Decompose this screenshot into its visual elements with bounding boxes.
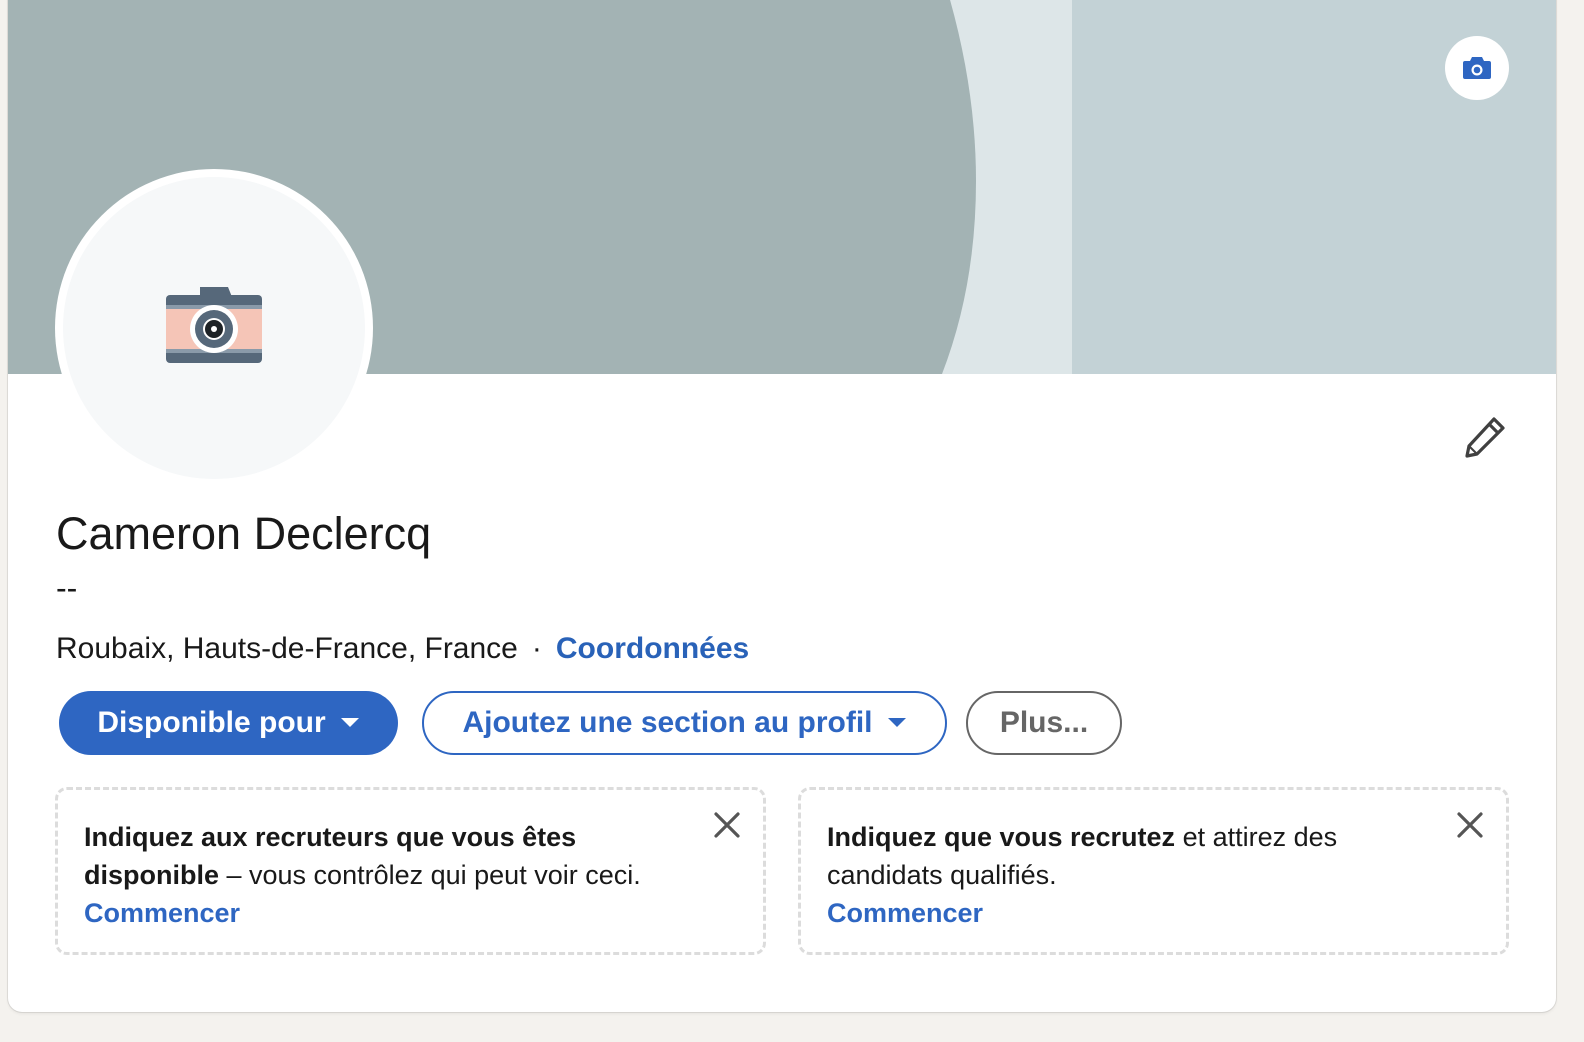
open-to-label: Disponible pour — [97, 706, 326, 739]
add-section-label: Ajoutez une section au profil — [462, 706, 873, 739]
open-to-button[interactable]: Disponible pour — [59, 691, 398, 755]
promo-body-text: – vous contrôlez qui peut voir ceci. — [219, 860, 641, 890]
edit-banner-button[interactable] — [1445, 36, 1509, 100]
profile-photo-placeholder — [63, 177, 365, 479]
camera-icon — [1462, 55, 1492, 81]
promo-text: Indiquez aux recruteurs que vous êtes di… — [84, 818, 737, 894]
close-icon — [714, 811, 740, 841]
hiring-promo: Indiquez que vous recrutez et attirez de… — [798, 787, 1509, 955]
dismiss-promo-button[interactable] — [1452, 808, 1488, 844]
caret-down-icon — [887, 717, 907, 729]
profile-card: Cameron Declercq -- Roubaix, Hauts-de-Fr… — [8, 0, 1556, 1012]
separator-dot: · — [531, 632, 542, 665]
promo-start-link[interactable]: Commencer — [827, 894, 1480, 932]
location-row: Roubaix, Hauts-de-France, France · Coordon… — [56, 630, 749, 668]
edit-intro-button[interactable] — [1461, 414, 1509, 462]
close-icon — [1457, 811, 1483, 841]
promo-text: Indiquez que vous recrutez et attirez de… — [827, 818, 1480, 894]
dismiss-promo-button[interactable] — [709, 808, 745, 844]
camera-illustration-icon — [165, 286, 263, 370]
profile-headline: -- — [56, 570, 78, 606]
add-profile-section-button[interactable]: Ajoutez une section au profil — [422, 691, 947, 755]
open-to-work-promo: Indiquez aux recruteurs que vous êtes di… — [55, 787, 766, 955]
promo-bold-text: Indiquez que vous recrutez — [827, 822, 1176, 852]
profile-name: Cameron Declercq — [56, 508, 432, 559]
caret-down-icon — [340, 717, 360, 729]
more-button[interactable]: Plus... — [966, 691, 1122, 755]
pencil-icon — [1463, 415, 1507, 462]
location-text: Roubaix, Hauts-de-France, France — [56, 632, 518, 665]
contact-info-link[interactable]: Coordonnées — [556, 632, 749, 665]
profile-photo[interactable] — [55, 169, 373, 487]
promo-start-link[interactable]: Commencer — [84, 894, 737, 932]
